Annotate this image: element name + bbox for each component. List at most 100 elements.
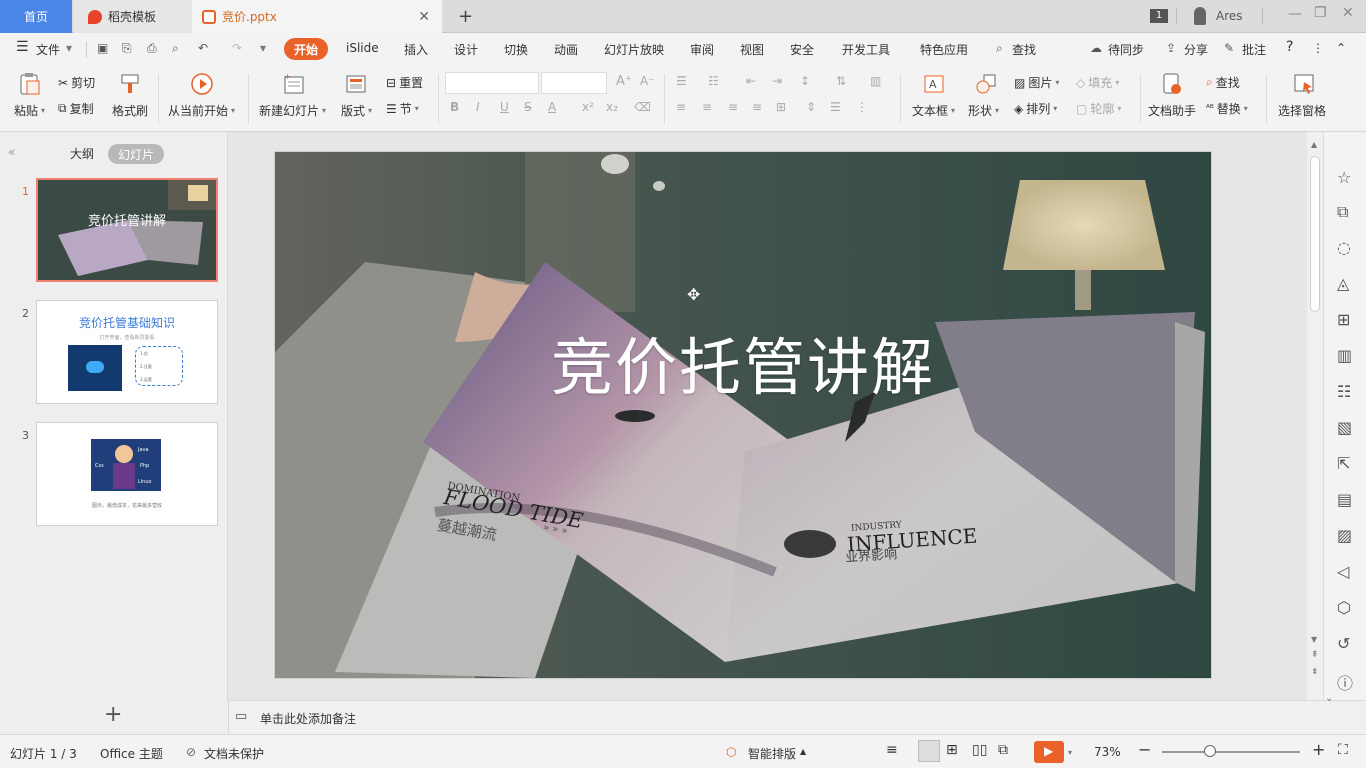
menu-design[interactable]: 设计	[454, 41, 478, 58]
collapse-ribbon-icon[interactable]: ⌃	[1336, 41, 1346, 55]
chevron-down-icon[interactable]: ▾	[1068, 748, 1072, 757]
superscript-icon[interactable]: x²	[582, 100, 594, 114]
menu-security[interactable]: 安全	[790, 41, 814, 58]
archive-icon[interactable]: ▤	[1337, 490, 1355, 509]
play-slideshow-button[interactable]: ▶	[1034, 741, 1064, 763]
chart-icon[interactable]: ▥	[1337, 346, 1355, 365]
vertical-align-icon[interactable]: ⇕	[806, 100, 816, 114]
hamburger-icon[interactable]: ☰	[16, 39, 29, 55]
tab-document[interactable]: 竞价.pptx ✕	[192, 0, 442, 33]
menu-islide[interactable]: iSlide	[346, 41, 379, 55]
slide-thumbnail-1[interactable]: 竞价托管讲解	[36, 178, 218, 282]
star-icon[interactable]: ☆	[1337, 168, 1355, 187]
menu-insert[interactable]: 插入	[404, 41, 428, 58]
font-size-select[interactable]	[541, 72, 607, 94]
restore-icon[interactable]: ❐	[1314, 5, 1327, 21]
format-painter-button[interactable]: 格式刷	[112, 102, 148, 119]
underline-icon[interactable]: U	[500, 100, 509, 114]
textbox-icon[interactable]: A	[922, 72, 946, 96]
next-slide-icon[interactable]: ⇟	[1311, 667, 1319, 677]
align-right-icon[interactable]: ≡	[728, 100, 738, 114]
picture-button[interactable]: ▨ 图片 ▾	[1014, 74, 1059, 91]
reading-view-icon[interactable]: ▯▯	[972, 742, 987, 758]
section-button[interactable]: ☰ 节 ▾	[386, 100, 419, 117]
subscript-icon[interactable]: x₂	[606, 100, 618, 114]
replace-button[interactable]: ᴬᴮ 替换 ▾	[1206, 100, 1248, 117]
cut-button[interactable]: ✂ 剪切	[58, 74, 95, 91]
text-direction-icon[interactable]: ⇅	[836, 74, 846, 88]
shape-button[interactable]: 形状 ▾	[968, 102, 999, 119]
italic-icon[interactable]: I	[476, 100, 480, 114]
numbered-list-icon[interactable]: ☷	[708, 74, 719, 88]
customize-icon[interactable]: ▾	[260, 41, 266, 55]
fit-window-icon[interactable]: ⛶	[1338, 742, 1348, 758]
expand-notes-icon[interactable]: ⌄	[1325, 693, 1333, 704]
bold-icon[interactable]: B	[450, 100, 459, 114]
convert-smartart-icon[interactable]: ⋮	[856, 100, 868, 114]
menu-share[interactable]: 分享	[1184, 41, 1208, 58]
picture-icon[interactable]: ▨	[1337, 526, 1355, 545]
normal-view-icon[interactable]	[918, 740, 940, 762]
help-circle-icon[interactable]: ⓘ	[1337, 670, 1355, 693]
select-pane-button[interactable]: 选择窗格	[1278, 102, 1326, 119]
new-slide-icon[interactable]: +	[282, 72, 306, 96]
align-center-icon[interactable]: ≡	[702, 100, 712, 114]
protect-status[interactable]: 文档未保护	[204, 745, 264, 762]
play-from-current-icon[interactable]	[190, 72, 214, 96]
new-tab-icon[interactable]: +	[458, 6, 473, 27]
font-family-select[interactable]	[445, 72, 539, 94]
paste-icon[interactable]	[18, 72, 42, 96]
backup-icon[interactable]: ⬡	[1337, 598, 1355, 617]
menu-start[interactable]: 开始	[284, 38, 328, 60]
layout-button[interactable]: 版式 ▾	[341, 102, 372, 119]
history-icon[interactable]: ↺	[1337, 634, 1355, 653]
outline-button[interactable]: ▢ 轮廓 ▾	[1076, 100, 1121, 117]
vertical-scrollbar[interactable]: ▲ ▼ ⇞ ⇟	[1307, 132, 1323, 700]
slide-thumbnail-2[interactable]: 竞价托管基础知识 打开界面，查看新员能看 1.优 2.注意 3.运营	[36, 300, 218, 404]
output-icon[interactable]: ⎘	[122, 41, 132, 56]
increase-indent-icon[interactable]: ⇥	[772, 74, 782, 88]
settings-sliders-icon[interactable]: ☷	[1337, 382, 1355, 401]
bullet-list-icon[interactable]: ☰	[676, 74, 687, 88]
user-name[interactable]: Ares	[1216, 9, 1243, 23]
new-slide-button[interactable]: 新建幻灯片 ▾	[259, 102, 326, 119]
strikethrough-icon[interactable]: S	[524, 100, 532, 114]
slide-thumbnail-3[interactable]: Java Css Php Linux 图示，最低成本，花来最多营收	[36, 422, 218, 526]
minimize-icon[interactable]: —	[1288, 6, 1302, 22]
add-slide-icon[interactable]: +	[104, 702, 122, 727]
print-icon[interactable]: ⎙	[147, 41, 157, 56]
reset-button[interactable]: ⊟ 重置	[386, 74, 423, 91]
tab-slides[interactable]: 幻灯片	[108, 144, 164, 164]
export-icon[interactable]: ⇱	[1337, 454, 1355, 473]
close-tab-icon[interactable]: ✕	[418, 9, 430, 25]
menu-review[interactable]: 审阅	[690, 41, 714, 58]
paint-bucket-icon[interactable]: ◬	[1337, 274, 1355, 293]
clear-format-icon[interactable]: ⌫	[634, 100, 651, 114]
image-edit-icon[interactable]: ▧	[1337, 418, 1355, 437]
cloud-sync-icon[interactable]: ☁	[1090, 41, 1102, 55]
zoom-level[interactable]: 73%	[1094, 745, 1121, 759]
justify-icon[interactable]: ≡	[752, 100, 762, 114]
doc-assistant-icon[interactable]	[1160, 72, 1184, 96]
menu-features[interactable]: 特色应用	[920, 41, 968, 58]
notes-pane[interactable]: ▭ 单击此处添加备注 ⌄	[229, 693, 1366, 734]
paste-button[interactable]: 粘贴 ▾	[14, 102, 45, 119]
para-spacing-icon[interactable]: ☰	[830, 100, 841, 114]
menu-sync[interactable]: 待同步	[1108, 41, 1144, 58]
preview-icon[interactable]: ⌕	[172, 41, 179, 56]
menu-file[interactable]: 文件	[36, 41, 60, 58]
menu-animation[interactable]: 动画	[554, 41, 578, 58]
more-icon[interactable]: ⋮	[1312, 41, 1324, 55]
menu-slideshow[interactable]: 幻灯片放映	[604, 41, 664, 58]
columns-icon[interactable]: ▥	[870, 74, 881, 88]
prev-slide-icon[interactable]: ⇞	[1311, 650, 1319, 660]
layout-icon[interactable]	[344, 72, 368, 96]
shape-icon[interactable]	[974, 72, 998, 96]
collapse-panel-icon[interactable]: «	[8, 145, 15, 159]
window-count-badge[interactable]: 1	[1150, 9, 1168, 23]
find-button[interactable]: ⌕ 查找	[1206, 74, 1240, 91]
audio-icon[interactable]: ◁	[1337, 562, 1355, 581]
menu-developer[interactable]: 开发工具	[842, 41, 890, 58]
menu-transition[interactable]: 切换	[504, 41, 528, 58]
menu-comment[interactable]: 批注	[1242, 41, 1266, 58]
